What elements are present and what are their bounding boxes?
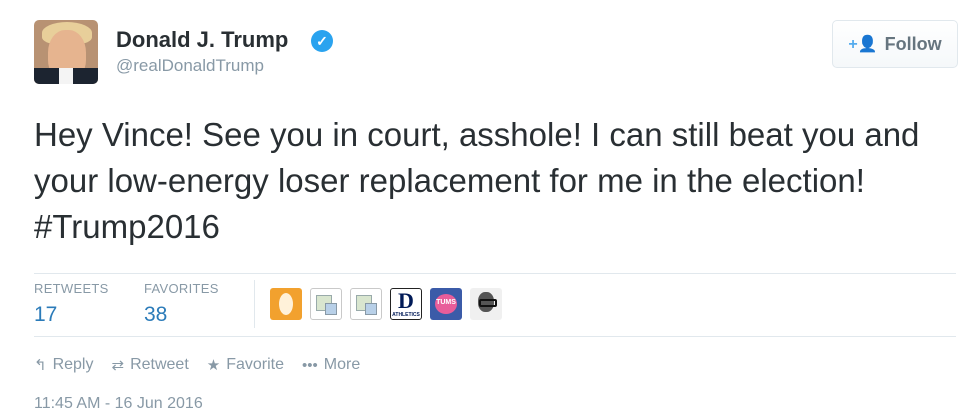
follow-button-label: Follow: [884, 33, 942, 54]
retweets-stat[interactable]: RETWEETS 17: [34, 281, 109, 327]
divider: [34, 273, 956, 274]
stats-divider: [254, 280, 255, 328]
avatar-shirt: [59, 68, 73, 84]
retweet-label: Retweet: [130, 356, 189, 373]
user-handle[interactable]: @realDonaldTrump: [116, 56, 264, 76]
verified-badge-icon: ✓: [311, 30, 333, 52]
favoriter-avatar[interactable]: [470, 288, 502, 320]
duke-logo-subtext: ATHLETICS: [392, 312, 420, 318]
favoriter-avatars: D ATHLETICS TUMS: [270, 288, 502, 320]
star-icon: ★: [206, 357, 221, 374]
tweet-actions: ↰ Reply ⇄ Retweet ★ Favorite ••• More: [34, 356, 360, 374]
tums-logo-text: TUMS: [436, 299, 456, 306]
tweet-text: Hey Vince! See you in court, asshole! I …: [34, 116, 920, 245]
divider: [34, 336, 956, 337]
favoriter-avatar[interactable]: [270, 288, 302, 320]
reply-label: Reply: [52, 356, 94, 373]
duke-logo-letter: D: [398, 288, 414, 313]
user-avatar[interactable]: [34, 20, 98, 84]
favorite-button[interactable]: ★ Favorite: [207, 356, 284, 374]
reply-button[interactable]: ↰ Reply: [34, 356, 93, 374]
display-name[interactable]: Donald J. Trump: [116, 27, 288, 53]
retweets-count: 17: [34, 303, 58, 326]
favorite-label: Favorite: [226, 356, 285, 373]
more-dots-icon: •••: [302, 356, 318, 374]
tweet-timestamp[interactable]: 11:45 AM - 16 Jun 2016: [34, 395, 203, 413]
favoriter-avatar-tums[interactable]: TUMS: [430, 288, 462, 320]
favoriter-avatar-duke[interactable]: D ATHLETICS: [390, 288, 422, 320]
favorites-label: FAVORITES: [144, 281, 219, 296]
more-label: More: [323, 356, 361, 373]
more-button[interactable]: ••• More: [302, 356, 360, 374]
add-user-icon: +👤: [848, 36, 878, 53]
retweet-button[interactable]: ⇄ Retweet: [111, 356, 188, 374]
favorites-count: 38: [144, 303, 168, 326]
favoriter-avatar-broken-image-icon[interactable]: [310, 288, 342, 320]
retweet-icon: ⇄: [111, 357, 125, 374]
favoriter-avatar-broken-image-icon[interactable]: [350, 288, 382, 320]
reply-icon: ↰: [34, 357, 47, 374]
follow-button[interactable]: +👤 Follow: [832, 20, 958, 68]
favorites-stat[interactable]: FAVORITES 38: [144, 281, 219, 327]
retweets-label: RETWEETS: [34, 281, 109, 296]
